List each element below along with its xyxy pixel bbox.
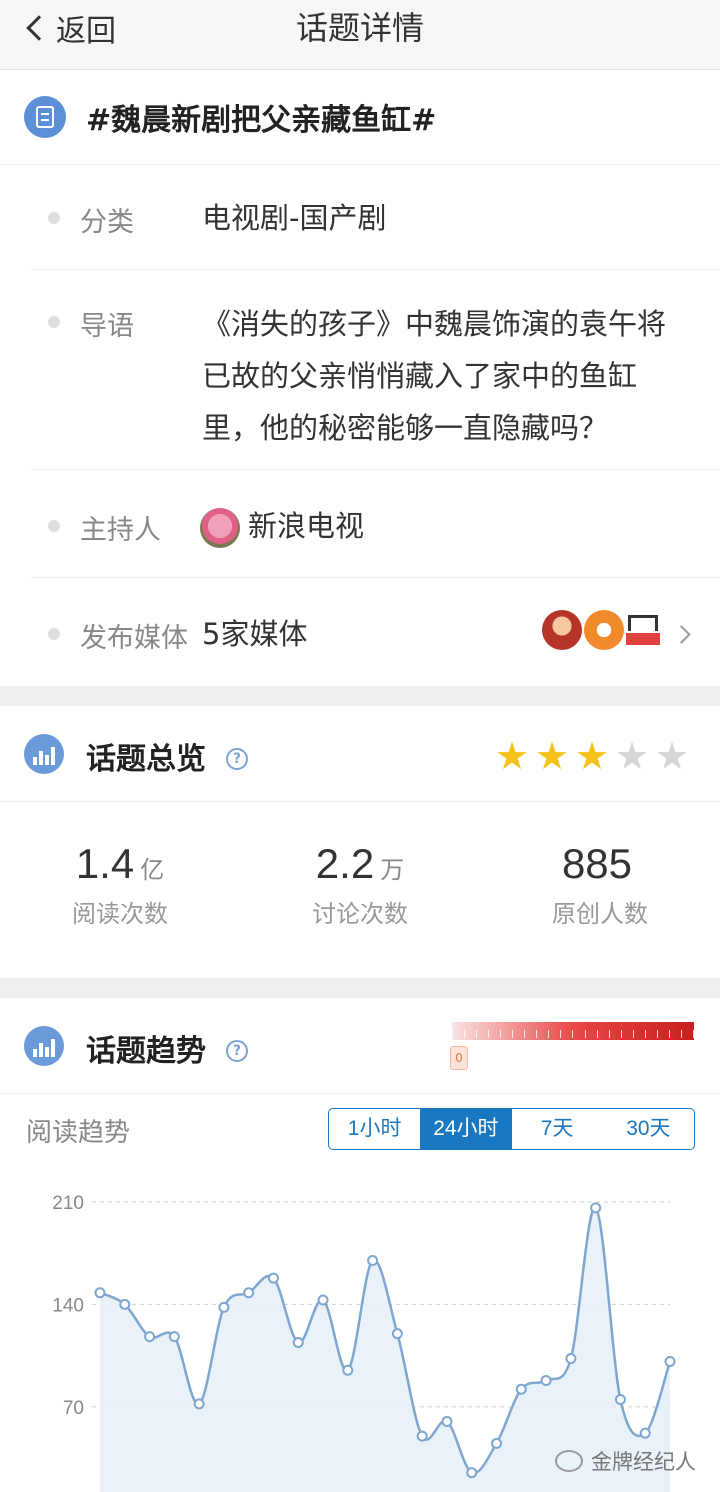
data-point[interactable] — [317, 1294, 329, 1306]
data-point[interactable] — [664, 1355, 676, 1367]
y-tick-label: 140 — [52, 1295, 84, 1316]
stat-number: 885 — [561, 840, 633, 887]
heat-marker: 0 — [450, 1046, 468, 1070]
data-point[interactable] — [614, 1394, 626, 1406]
trend-header: 话题趋势 ? — [0, 998, 720, 1094]
tab-7-days[interactable]: 7天 — [512, 1109, 603, 1149]
data-point[interactable] — [565, 1353, 577, 1365]
section-divider — [0, 978, 720, 998]
read-trend-chart: 210 140 70 — [52, 1193, 676, 1492]
host-row[interactable]: 主持人 新浪电视 — [30, 470, 720, 578]
topic-header: #魏晨新剧把父亲藏鱼缸# — [0, 70, 720, 165]
tab-1-hour[interactable]: 1小时 — [329, 1109, 420, 1149]
tv-drama-logo-icon — [626, 615, 660, 645]
rating-stars: ★ ★ ★ ★ ★ — [492, 736, 692, 776]
host-value[interactable]: 新浪电视 — [248, 500, 364, 552]
wechat-icon — [555, 1450, 583, 1472]
data-point[interactable] — [168, 1331, 180, 1343]
stat-number: 2.2 — [315, 840, 375, 887]
media-value: 5家媒体 — [202, 617, 308, 651]
y-tick-label: 210 — [52, 1193, 84, 1214]
media-avatar — [584, 610, 624, 650]
y-tick-label: 70 — [63, 1398, 84, 1419]
data-point[interactable] — [491, 1437, 503, 1449]
topic-document-icon — [24, 96, 66, 138]
data-point[interactable] — [144, 1331, 156, 1343]
data-point[interactable] — [441, 1415, 453, 1427]
tab-30-days[interactable]: 30天 — [603, 1109, 694, 1149]
heat-ticks — [452, 1030, 694, 1040]
tab-24-hours[interactable]: 24小时 — [420, 1109, 512, 1149]
stat-label: 原创人数 — [552, 900, 648, 928]
data-point[interactable] — [218, 1301, 230, 1313]
overview-title: 话题总览 — [86, 742, 206, 777]
data-point[interactable] — [193, 1398, 205, 1410]
stat-unit: 万 — [380, 856, 405, 884]
data-point[interactable] — [243, 1287, 255, 1299]
nav-bar: 返回 话题详情 — [0, 0, 720, 70]
stat-number: 1.4 — [75, 840, 135, 887]
intro-label: 导语 — [80, 311, 134, 342]
data-point[interactable] — [391, 1328, 403, 1340]
trend-sub-label: 阅读趋势 — [26, 1118, 131, 1148]
trend-title: 话题趋势 — [86, 1034, 206, 1069]
data-point[interactable] — [590, 1202, 602, 1214]
media-row[interactable]: 发布媒体 5家媒体 — [30, 578, 720, 686]
intro-value: 《消失的孩子》中魏晨饰演的袁午将已故的父亲悄悄藏入了家中的鱼缸里，他的秘密能够一… — [202, 307, 667, 445]
media-label: 发布媒体 — [80, 623, 188, 654]
section-divider — [0, 686, 720, 706]
data-point[interactable] — [292, 1336, 304, 1348]
host-avatar[interactable] — [200, 508, 240, 548]
help-icon[interactable]: ? — [226, 748, 248, 770]
star-icon: ★ — [494, 734, 530, 778]
stat-discussions: 2.2 万 讨论次数 — [240, 840, 480, 929]
bar-chart-icon — [24, 734, 64, 774]
stat-unit: 亿 — [140, 856, 165, 884]
star-icon: ★ — [654, 734, 690, 778]
watermark-text: 金牌经纪人 — [591, 1450, 696, 1474]
bullet-icon — [48, 520, 60, 532]
time-range-tabs: 1小时 24小时 7天 30天 — [328, 1108, 695, 1150]
bullet-icon — [48, 212, 60, 224]
data-point[interactable] — [342, 1364, 354, 1376]
stat-label: 阅读次数 — [72, 900, 168, 928]
media-avatar — [542, 610, 582, 650]
star-icon: ★ — [574, 734, 610, 778]
category-row: 分类 电视剧-国产剧 — [30, 166, 720, 270]
bullet-icon — [48, 628, 60, 640]
data-point[interactable] — [466, 1467, 478, 1479]
category-value: 电视剧-国产剧 — [202, 201, 387, 235]
data-point[interactable] — [515, 1383, 527, 1395]
data-point[interactable] — [94, 1287, 106, 1299]
overview-header: 话题总览 ? ★ ★ ★ ★ ★ — [0, 706, 720, 802]
media-avatars[interactable] — [540, 610, 660, 650]
data-point[interactable] — [367, 1255, 379, 1267]
data-point[interactable] — [639, 1427, 651, 1439]
topic-title: #魏晨新剧把父亲藏鱼缸# — [86, 103, 437, 138]
intro-row: 导语 《消失的孩子》中魏晨饰演的袁午将已故的父亲悄悄藏入了家中的鱼缸里，他的秘密… — [30, 270, 720, 470]
host-label: 主持人 — [80, 515, 161, 546]
data-point[interactable] — [267, 1272, 279, 1284]
stat-label: 讨论次数 — [312, 900, 408, 928]
data-point[interactable] — [540, 1375, 552, 1387]
data-point[interactable] — [119, 1298, 131, 1310]
chevron-right-icon[interactable] — [672, 625, 691, 644]
star-icon: ★ — [614, 734, 650, 778]
stat-reads: 1.4 亿 阅读次数 — [0, 840, 240, 929]
bullet-icon — [48, 316, 60, 328]
watermark: 金牌经纪人 — [555, 1446, 696, 1476]
bar-chart-icon — [24, 1026, 64, 1066]
category-label: 分类 — [80, 207, 134, 238]
stat-originals: 885 原创人数 — [480, 840, 720, 929]
help-icon[interactable]: ? — [226, 1040, 248, 1062]
star-icon: ★ — [534, 734, 570, 778]
data-point[interactable] — [416, 1430, 428, 1442]
page-title: 话题详情 — [295, 9, 424, 47]
